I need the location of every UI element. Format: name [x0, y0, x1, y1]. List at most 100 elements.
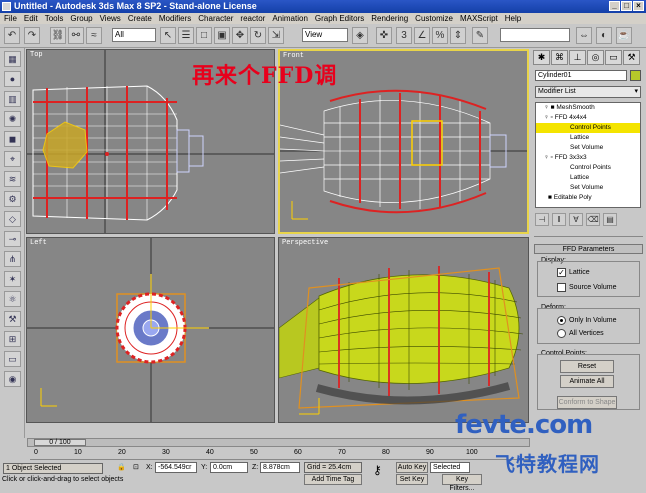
menu-modifiers[interactable]: Modifiers: [159, 13, 191, 24]
ffd-parameters-rollout-header[interactable]: FFD Parameters: [534, 244, 643, 254]
modifier-list-dropdown[interactable]: Modifier List ▾: [535, 86, 641, 98]
track-bar[interactable]: 0 10 20 30 40 50 60 70 80 90 100: [30, 448, 530, 460]
all-vertices-radio[interactable]: [557, 329, 566, 338]
z-coordinate-field[interactable]: 8.878cm: [260, 462, 300, 473]
stack-item-editable-poly[interactable]: ■ Editable Poly: [536, 193, 640, 203]
lightbulb-icon[interactable]: ♀: [544, 104, 549, 111]
stack-item-ffd4x4x4[interactable]: ♀ ▫ FFD 4x4x4: [536, 113, 640, 123]
set-key-button[interactable]: Set Key: [396, 474, 428, 485]
create-box-icon[interactable]: ▦: [4, 51, 21, 67]
y-coordinate-field[interactable]: 0.0cm: [210, 462, 248, 473]
maximize-button[interactable]: □: [621, 1, 632, 11]
lattice-checkbox[interactable]: ✓: [557, 268, 566, 277]
menu-file[interactable]: File: [4, 13, 17, 24]
menu-maxscript[interactable]: MAXScript: [460, 13, 498, 24]
named-selection-sets-dropdown[interactable]: [500, 28, 570, 42]
pivot-center-icon[interactable]: ◈: [352, 27, 368, 44]
stack-item-set-volume-2[interactable]: Set Volume: [536, 183, 640, 193]
viewport-perspective[interactable]: Perspective: [278, 237, 529, 423]
menu-reactor[interactable]: reactor: [240, 13, 265, 24]
stack-item-lattice[interactable]: Lattice: [536, 133, 640, 143]
stack-item-lattice-2[interactable]: Lattice: [536, 173, 640, 183]
render-icon[interactable]: ◉: [4, 371, 21, 387]
display-icon[interactable]: ▭: [4, 351, 21, 367]
hierarchy-tab-icon[interactable]: ⊥: [569, 50, 586, 65]
menu-graph-editors[interactable]: Graph Editors: [315, 13, 364, 24]
window-crossing-icon[interactable]: ▣: [214, 27, 230, 44]
close-button[interactable]: ×: [633, 1, 644, 11]
edit-poly-icon[interactable]: ◇: [4, 211, 21, 227]
create-sphere-icon[interactable]: ●: [4, 71, 21, 87]
lightbulb-icon[interactable]: ♀: [544, 114, 549, 121]
modify-tab-icon[interactable]: ⌘: [551, 50, 568, 65]
menu-customize[interactable]: Customize: [415, 13, 453, 24]
add-time-tag-button[interactable]: Add Time Tag: [304, 474, 362, 485]
select-object-icon[interactable]: ↖: [160, 27, 176, 44]
create-cylinder-icon[interactable]: ▥: [4, 91, 21, 107]
menu-rendering[interactable]: Rendering: [371, 13, 408, 24]
hierarchy-icon[interactable]: ⊞: [4, 331, 21, 347]
lock-selection-icon[interactable]: 🔒: [117, 463, 126, 473]
bind-space-warp-icon[interactable]: ≈: [86, 27, 102, 44]
unlink-icon[interactable]: ⚯: [68, 27, 84, 44]
show-end-result-icon[interactable]: ‖: [552, 213, 566, 226]
menu-views[interactable]: Views: [100, 13, 121, 24]
utility-icon[interactable]: ⚒: [4, 311, 21, 327]
percent-snap-icon[interactable]: %: [432, 27, 448, 44]
select-link-icon[interactable]: ⛓: [50, 27, 66, 44]
pin-stack-icon[interactable]: ⊣: [535, 213, 549, 226]
stack-item-ffd3x3x3[interactable]: ♀ ▫ FFD 3x3x3: [536, 153, 640, 163]
create-light-icon[interactable]: ✺: [4, 111, 21, 127]
selection-filter-dropdown[interactable]: All: [112, 28, 156, 42]
create-camera-icon[interactable]: ◼: [4, 131, 21, 147]
stack-item-meshsmooth[interactable]: ♀ ■ MeshSmooth: [536, 103, 640, 113]
select-scale-icon[interactable]: ⇲: [268, 27, 284, 44]
utilities-tab-icon[interactable]: ⚒: [623, 50, 640, 65]
select-move-icon[interactable]: ✥: [232, 27, 248, 44]
create-spacewarp-icon[interactable]: ≋: [4, 171, 21, 187]
snap-toggle-icon[interactable]: 3: [396, 27, 412, 44]
menu-help[interactable]: Help: [505, 13, 521, 24]
create-helper-icon[interactable]: ⌖: [4, 151, 21, 167]
time-slider-thumb[interactable]: 0 / 100: [34, 439, 86, 446]
create-tab-icon[interactable]: ✱: [533, 50, 550, 65]
source-volume-checkbox[interactable]: [557, 283, 566, 292]
ref-coord-dropdown[interactable]: View: [302, 28, 348, 42]
particle-icon[interactable]: ✶: [4, 271, 21, 287]
render-scene-icon[interactable]: ☕: [616, 27, 632, 44]
object-color-swatch[interactable]: [630, 70, 641, 81]
stack-item-control-points-selected[interactable]: Control Points: [536, 123, 640, 133]
select-by-name-icon[interactable]: ☰: [178, 27, 194, 44]
key-filters-button[interactable]: Key Filters...: [442, 474, 482, 492]
reset-button[interactable]: Reset: [560, 360, 614, 373]
configure-sets-icon[interactable]: ▤: [603, 213, 617, 226]
display-tab-icon[interactable]: ▭: [605, 50, 622, 65]
minimize-button[interactable]: _: [609, 1, 620, 11]
remove-modifier-icon[interactable]: ⌫: [586, 213, 600, 226]
spinner-snap-icon[interactable]: ⇕: [450, 27, 466, 44]
key-mode-dropdown[interactable]: Selected: [430, 462, 470, 473]
redo-icon[interactable]: ↷: [24, 27, 40, 44]
x-coordinate-field[interactable]: -564.549cr: [155, 462, 197, 473]
absolute-mode-icon[interactable]: ⊡: [133, 463, 139, 473]
key-icon[interactable]: ⚷: [373, 464, 382, 476]
menu-group[interactable]: Group: [70, 13, 92, 24]
menu-create[interactable]: Create: [128, 13, 152, 24]
bone-tool-icon[interactable]: ⊸: [4, 231, 21, 247]
create-system-icon[interactable]: ⚙: [4, 191, 21, 207]
rect-selection-icon[interactable]: □: [196, 27, 212, 44]
menu-character[interactable]: Character: [198, 13, 233, 24]
make-unique-icon[interactable]: ∀: [569, 213, 583, 226]
menu-animation[interactable]: Animation: [272, 13, 308, 24]
lightbulb-icon[interactable]: ♀: [544, 154, 549, 161]
menu-edit[interactable]: Edit: [24, 13, 38, 24]
animate-all-button[interactable]: Animate All: [560, 375, 614, 388]
skin-icon[interactable]: ⋔: [4, 251, 21, 267]
motion-tab-icon[interactable]: ◎: [587, 50, 604, 65]
stack-item-control-points[interactable]: Control Points: [536, 163, 640, 173]
named-selection-icon[interactable]: ✎: [472, 27, 488, 44]
conform-to-shape-button[interactable]: Conform to Shape: [557, 396, 617, 409]
material-editor-icon[interactable]: ◐: [596, 27, 612, 44]
auto-key-button[interactable]: Auto Key: [396, 462, 428, 473]
mirror-icon[interactable]: ⇔: [576, 27, 592, 44]
